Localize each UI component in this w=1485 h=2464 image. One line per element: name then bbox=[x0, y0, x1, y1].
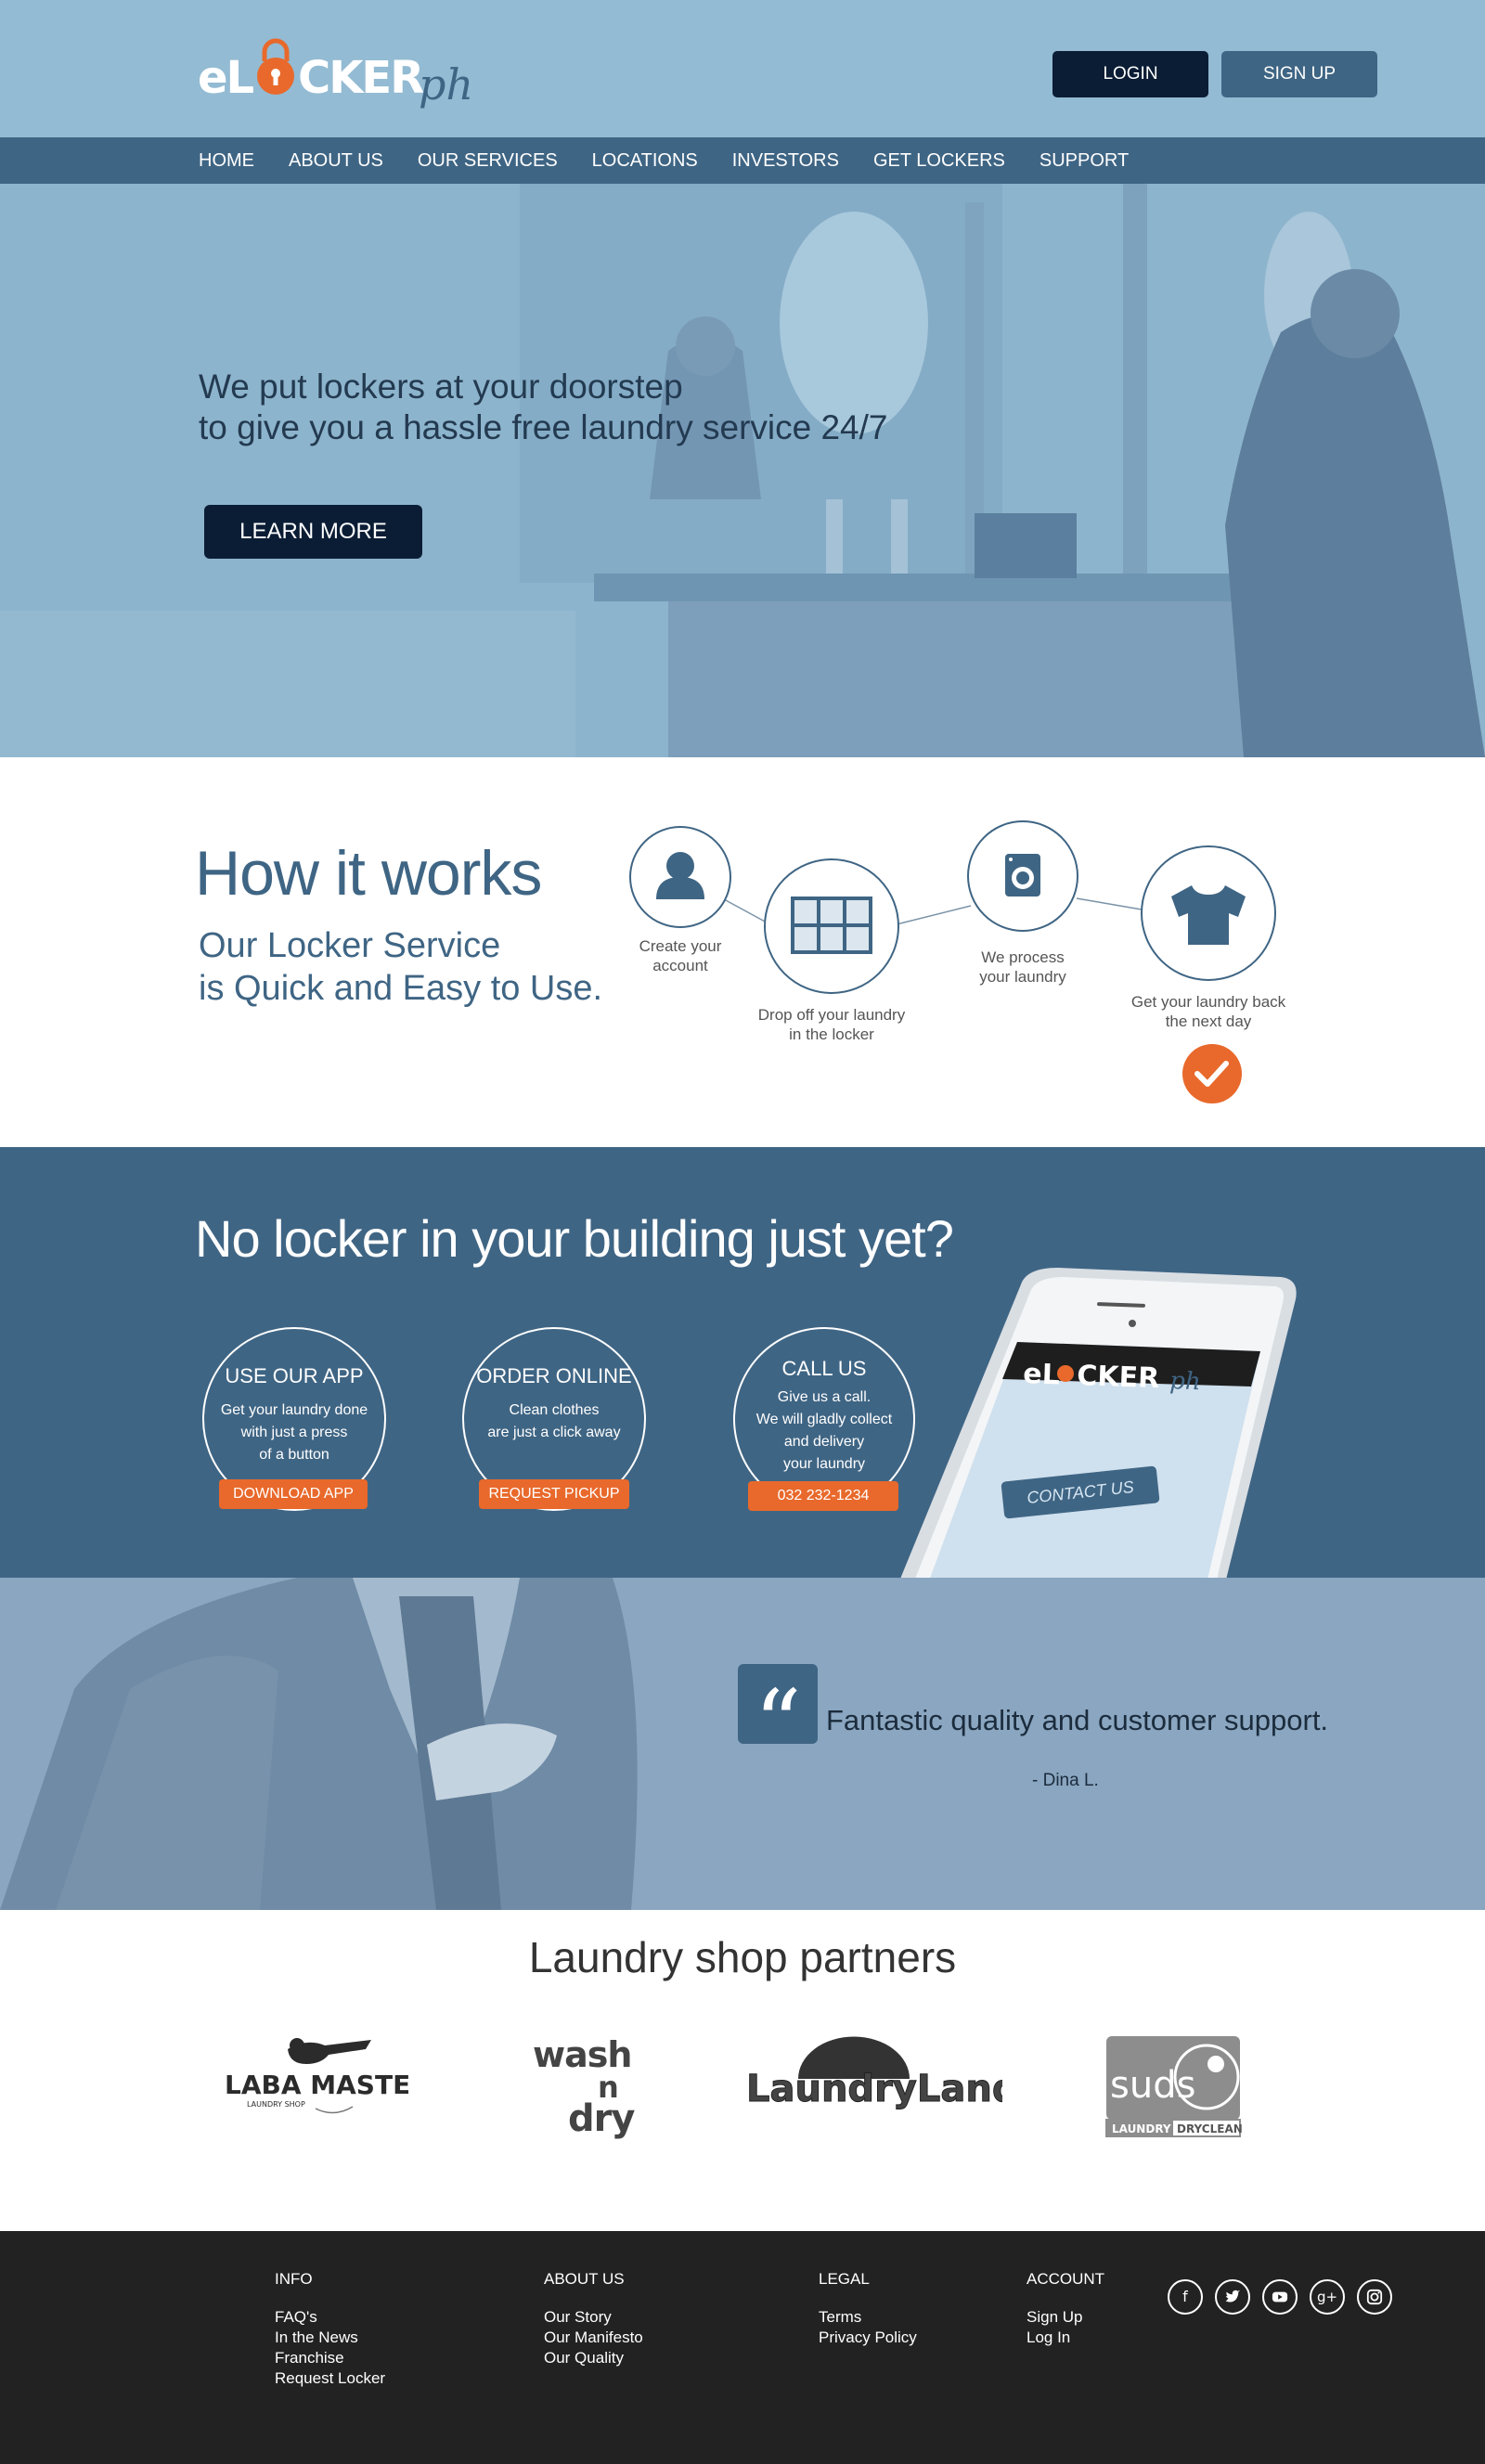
request-pickup-button[interactable]: REQUEST PICKUP bbox=[479, 1479, 629, 1509]
svg-text:LaundryLand: LaundryLand bbox=[746, 2068, 1002, 2110]
svg-text:LAUNDRY SHOP: LAUNDRY SHOP bbox=[247, 2100, 305, 2109]
user-icon bbox=[629, 826, 731, 928]
login-button[interactable]: LOGIN bbox=[1052, 51, 1208, 97]
testimonial-background-image bbox=[0, 1578, 1485, 1910]
laundryland-logo[interactable]: LaundryLand bbox=[742, 2036, 1002, 2120]
washing-machine-icon bbox=[967, 820, 1078, 932]
svg-text:CKER: CKER bbox=[1077, 1360, 1160, 1395]
footer-link-log-in[interactable]: Log In bbox=[1027, 2328, 1104, 2348]
testimonial-author: - Dina L. bbox=[1032, 1771, 1099, 1790]
header: eL CKER ph LOGIN SIGN UP bbox=[0, 0, 1485, 137]
logo-text-script: ph bbox=[419, 59, 474, 110]
step-drop-off-label: Drop off your laundry in the locker bbox=[757, 1006, 906, 1043]
phone-logo-text: eL bbox=[1023, 1358, 1061, 1391]
footer-info-heading: INFO bbox=[275, 2270, 313, 2288]
hero-headline-line-1: We put lockers at your doorstep bbox=[199, 368, 683, 406]
partners-title: Laundry shop partners bbox=[528, 1933, 957, 1981]
svg-text:LAUNDRY: LAUNDRY bbox=[1112, 2122, 1171, 2135]
logo-text-prefix: eL bbox=[198, 52, 254, 104]
nav-item-get-lockers[interactable]: GET LOCKERS bbox=[873, 137, 1005, 184]
youtube-icon[interactable] bbox=[1262, 2279, 1298, 2315]
hero-headline-line-2: to give you a hassle free laundry servic… bbox=[199, 408, 888, 446]
order-online-heading: ORDER ONLINE bbox=[476, 1364, 632, 1387]
nav-item-locations[interactable]: LOCATIONS bbox=[592, 137, 698, 184]
hero: We put lockers at your doorstep to give … bbox=[0, 184, 1485, 757]
wash-n-dry-logo[interactable]: wash n dry bbox=[531, 2034, 642, 2146]
footer-about-heading: ABOUT US bbox=[544, 2270, 625, 2288]
footer-link-in-the-news[interactable]: In the News bbox=[275, 2328, 385, 2348]
main-nav: HOME ABOUT US OUR SERVICES LOCATIONS INV… bbox=[0, 137, 1485, 184]
nav-item-investors[interactable]: INVESTORS bbox=[732, 137, 839, 184]
footer-about-column: ABOUT US Our Story Our Manifesto Our Qua… bbox=[544, 2270, 643, 2368]
twitter-icon[interactable] bbox=[1215, 2279, 1250, 2315]
svg-text:DRYCLEAN: DRYCLEAN bbox=[1177, 2122, 1242, 2135]
svg-text:ph: ph bbox=[1169, 1367, 1201, 1396]
svg-text:LABA MASTERS: LABA MASTERS bbox=[225, 2070, 408, 2100]
suds-logo[interactable]: suds LAUNDRY DRYCLEAN bbox=[1104, 2034, 1242, 2138]
use-app-description: Get your laundry done with just a press … bbox=[220, 1402, 368, 1463]
google-plus-icon[interactable]: g+ bbox=[1310, 2279, 1345, 2315]
order-online-description: Clean clothes are just a click away bbox=[487, 1402, 621, 1440]
svg-text:suds: suds bbox=[1110, 2064, 1195, 2107]
footer-link-sign-up[interactable]: Sign Up bbox=[1027, 2307, 1104, 2328]
logo-text-suffix: CKER bbox=[298, 52, 424, 104]
instagram-icon[interactable] bbox=[1357, 2279, 1392, 2315]
footer-link-our-quality[interactable]: Our Quality bbox=[544, 2348, 643, 2368]
tshirt-icon bbox=[1141, 845, 1276, 981]
footer-legal-heading: LEGAL bbox=[819, 2270, 870, 2288]
footer-account-column: ACCOUNT Sign Up Log In bbox=[1027, 2270, 1104, 2348]
footer-link-terms[interactable]: Terms bbox=[819, 2307, 917, 2328]
nav-item-support[interactable]: SUPPORT bbox=[1040, 137, 1129, 184]
no-locker-section: No locker in your building just yet? USE… bbox=[0, 1147, 1485, 1578]
step-create-account-label: Create your account bbox=[639, 937, 722, 974]
use-app-heading: USE OUR APP bbox=[225, 1364, 364, 1387]
quote-icon: “ bbox=[738, 1664, 818, 1778]
call-us-description: Give us a call. We will gladly collect a… bbox=[755, 1389, 893, 1472]
footer-link-franchise[interactable]: Franchise bbox=[275, 2348, 385, 2368]
footer-link-our-manifesto[interactable]: Our Manifesto bbox=[544, 2328, 643, 2348]
nav-item-home[interactable]: HOME bbox=[199, 137, 254, 184]
signup-button[interactable]: SIGN UP bbox=[1221, 51, 1377, 97]
download-app-button[interactable]: DOWNLOAD APP bbox=[219, 1479, 368, 1509]
nav-item-about-us[interactable]: ABOUT US bbox=[289, 137, 383, 184]
call-us-heading: CALL US bbox=[781, 1357, 867, 1380]
testimonial-quote: Fantastic quality and customer support. bbox=[826, 1704, 1329, 1736]
checkmark-icon bbox=[1182, 1044, 1242, 1103]
elocker-logo[interactable]: eL CKER ph bbox=[198, 33, 495, 117]
laba-masters-logo[interactable]: LABA MASTERS LAUNDRY SHOP bbox=[223, 2034, 408, 2123]
footer-link-privacy-policy[interactable]: Privacy Policy bbox=[819, 2328, 917, 2348]
footer-account-heading: ACCOUNT bbox=[1027, 2270, 1105, 2288]
no-locker-title: No locker in your building just yet? bbox=[195, 1209, 954, 1268]
phone-number-button[interactable]: 032 232-1234 bbox=[748, 1481, 898, 1511]
padlock-icon bbox=[257, 38, 294, 95]
footer-info-column: INFO FAQ's In the News Franchise Request… bbox=[275, 2270, 385, 2389]
facebook-icon[interactable]: f bbox=[1168, 2279, 1203, 2315]
footer: INFO FAQ's In the News Franchise Request… bbox=[0, 2231, 1485, 2464]
how-it-works-section: How it works Our Locker Service is Quick… bbox=[0, 757, 1485, 1147]
locker-icon bbox=[764, 858, 899, 994]
step-process-label: We process your laundry bbox=[979, 948, 1066, 986]
footer-link-request-locker[interactable]: Request Locker bbox=[275, 2368, 385, 2389]
footer-link-our-story[interactable]: Our Story bbox=[544, 2307, 643, 2328]
smartphone-illustration: eL CKER ph bbox=[900, 1268, 1297, 1578]
nav-item-our-services[interactable]: OUR SERVICES bbox=[418, 137, 558, 184]
partners-section: Laundry shop partners LABA MASTERS LAUND… bbox=[0, 1910, 1485, 2231]
learn-more-button[interactable]: LEARN MORE bbox=[204, 505, 422, 559]
footer-link-faqs[interactable]: FAQ's bbox=[275, 2307, 385, 2328]
hero-background-image bbox=[0, 184, 1485, 757]
testimonial-section: “ Fantastic quality and customer support… bbox=[0, 1578, 1485, 1910]
footer-legal-column: LEGAL Terms Privacy Policy bbox=[819, 2270, 917, 2348]
step-get-back-label: Get your laundry back the next day bbox=[1130, 993, 1286, 1030]
